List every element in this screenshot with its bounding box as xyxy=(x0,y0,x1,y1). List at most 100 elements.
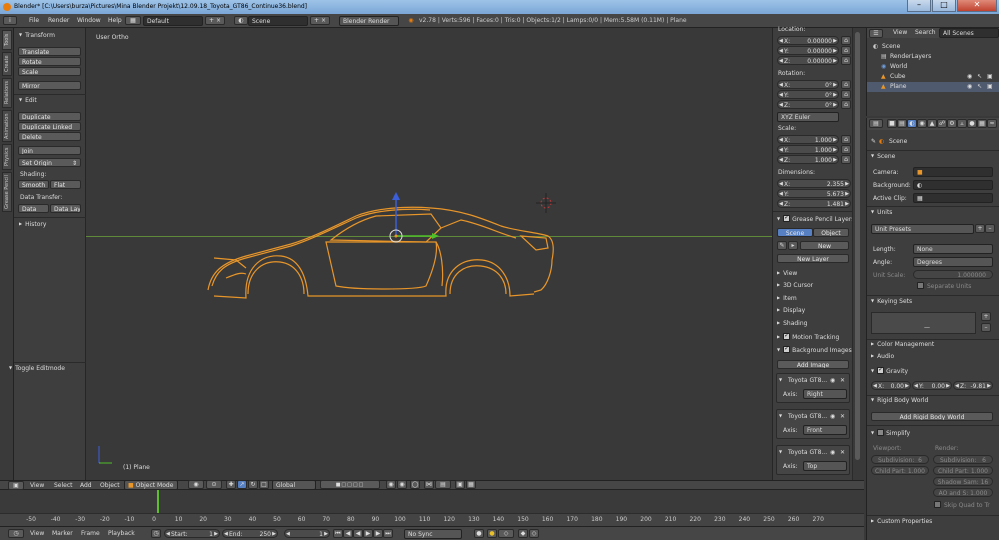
remove-keying-set-icon[interactable]: – xyxy=(981,323,991,332)
menu-file[interactable]: File xyxy=(29,16,39,26)
delete-button[interactable]: Delete xyxy=(18,132,81,141)
outliner-item-scene[interactable]: ◐ Scene xyxy=(867,42,999,52)
tab-relations[interactable]: Relations xyxy=(2,78,12,108)
gravity-y-field[interactable]: ◀ Y: 0.00 ▶ xyxy=(912,381,952,390)
translate-button[interactable]: Translate xyxy=(18,47,81,56)
viewport-subdivision-field[interactable]: Subdivision: 6 xyxy=(871,455,929,464)
panel-view-header[interactable]: View xyxy=(777,270,797,277)
dimension-x-field[interactable]: ◀ X: 2.355 ▶ xyxy=(777,179,851,188)
lock-icon[interactable]: ⌂ xyxy=(841,145,851,154)
auto-keying-icon[interactable]: ● xyxy=(487,529,497,538)
tab-grease-pencil[interactable]: Grease Pencil xyxy=(2,172,12,212)
panel-units-header[interactable]: Units xyxy=(871,209,892,216)
outliner-item-cube[interactable]: ▲ Cube ◉ ↖ ▣ xyxy=(867,72,999,82)
tab-tools[interactable]: Tools xyxy=(2,30,12,50)
motion-tracking-toggle[interactable] xyxy=(783,332,791,340)
visibility-eye-icon[interactable]: ◉ xyxy=(830,377,835,384)
selectability-arrow-icon[interactable]: ↖ xyxy=(977,83,982,90)
expand-arrow-icon[interactable]: ▼ xyxy=(779,449,782,454)
location-y-field[interactable]: ◀ Y: 0.00000 ▶ xyxy=(777,46,839,55)
remove-preset-icon[interactable]: – xyxy=(985,224,995,233)
timeline-menu-view[interactable]: View xyxy=(30,529,44,539)
maximize-button[interactable]: □ xyxy=(932,0,956,12)
gravity-z-field[interactable]: ◀ Z: -9.81 ▶ xyxy=(953,381,993,390)
render-child-particles-field[interactable]: Child Part: 1.000 xyxy=(933,466,993,475)
gp-new-button[interactable]: New xyxy=(800,241,849,250)
lock-icon[interactable]: ⌂ xyxy=(841,100,851,109)
lock-icon[interactable]: ⌂ xyxy=(841,90,851,99)
start-frame-field[interactable]: ◀ Start: 1 ▶ xyxy=(164,529,220,538)
panel-color-management-header[interactable]: Color Management xyxy=(871,341,934,348)
gravity-x-field[interactable]: ◀ X: 0.00 ▶ xyxy=(871,381,911,390)
interaction-mode-select[interactable]: ■ Object Mode xyxy=(124,480,178,490)
angle-unit-select[interactable]: Degrees xyxy=(913,257,993,267)
minimize-button[interactable]: – xyxy=(907,0,931,12)
delete-keyframe-icon[interactable]: ◇ xyxy=(529,529,539,538)
scene-select[interactable]: Scene xyxy=(248,16,308,26)
selectability-arrow-icon[interactable]: ↖ xyxy=(977,73,982,80)
tab-create[interactable]: Create xyxy=(2,52,12,76)
data-transfer-button[interactable]: Data xyxy=(18,204,49,213)
rotate-manipulator-icon[interactable]: ↻ xyxy=(248,480,258,489)
keying-icon[interactable]: ● xyxy=(474,529,484,538)
gp-new-layer-button[interactable]: New Layer xyxy=(777,254,849,263)
render-engine-select[interactable]: Blender Render xyxy=(339,16,399,26)
ao-sss-samples-field[interactable]: AO and S: 1.000 xyxy=(933,488,993,497)
render-layers-context-icon[interactable]: ▤ xyxy=(897,119,907,128)
scale-x-field[interactable]: ◀ X: 1.000 ▶ xyxy=(777,135,839,144)
screen-layout-select[interactable]: Default xyxy=(143,16,203,26)
texture-context-icon[interactable]: ▦ xyxy=(977,119,987,128)
dimension-y-field[interactable]: ◀ Y: 5.673 ▶ xyxy=(777,189,851,198)
lock-icon[interactable]: ⌂ xyxy=(841,135,851,144)
lock-icon[interactable]: ⌂ xyxy=(841,56,851,65)
renderability-camera-icon[interactable]: ▣ xyxy=(987,83,993,90)
length-unit-select[interactable]: None xyxy=(913,244,993,254)
grease-pencil-toggle[interactable] xyxy=(783,214,791,222)
layer-buttons-a[interactable]: ■□□□□ xyxy=(320,480,380,489)
play-icon[interactable]: ▶ xyxy=(363,529,373,538)
location-z-field[interactable]: ◀ Z: 0.00000 ▶ xyxy=(777,56,839,65)
panel-motion-tracking-header[interactable]: Motion Tracking xyxy=(777,332,839,341)
separate-units-checkbox[interactable] xyxy=(917,282,924,289)
expand-arrow-icon[interactable]: ▼ xyxy=(779,377,782,382)
outliner-item-world[interactable]: ◉ World xyxy=(867,62,999,72)
proportional-edit-icon[interactable]: ◯ xyxy=(410,480,420,489)
lock-icon[interactable]: ⌂ xyxy=(841,36,851,45)
panel-rigid-body-world-header[interactable]: Rigid Body World xyxy=(871,397,928,404)
render-animation-icon[interactable]: ▦ xyxy=(466,480,476,489)
dimension-z-field[interactable]: ◀ Z: 1.481 ▶ xyxy=(777,199,851,208)
tab-physics[interactable]: Physics xyxy=(2,144,12,170)
lock-icon[interactable]: ⌂ xyxy=(841,80,851,89)
visibility-eye-icon[interactable]: ◉ xyxy=(967,73,972,80)
rotation-y-field[interactable]: ◀ Y: 0° ▶ xyxy=(777,90,839,99)
remove-image-icon[interactable]: ✕ xyxy=(840,449,845,456)
transform-orientation-select[interactable]: Global xyxy=(272,480,316,490)
timeline-menu-marker[interactable]: Marker xyxy=(52,529,73,539)
panel-gravity-header[interactable]: Gravity xyxy=(871,366,908,375)
insert-keyframe-icon[interactable]: ◆ xyxy=(518,529,528,538)
grease-pencil-layers-header[interactable]: Grease Pencil Layers xyxy=(777,214,854,223)
panel-3d-cursor-header[interactable]: 3D Cursor xyxy=(777,282,813,289)
panel-transform-header[interactable]: Transform xyxy=(19,32,55,39)
location-x-field[interactable]: ◀ X: 0.00000 ▶ xyxy=(777,36,839,45)
timeline-menu-frame[interactable]: Frame xyxy=(81,529,100,539)
skip-quad-checkbox[interactable] xyxy=(934,501,941,508)
local-view-icon[interactable]: ◉ xyxy=(397,480,407,489)
material-context-icon[interactable]: ● xyxy=(967,119,977,128)
snap-toggle-icon[interactable]: ⋈ xyxy=(424,480,434,489)
scrollbar-thumb[interactable] xyxy=(855,32,860,460)
sidebar-scrollbar[interactable] xyxy=(852,28,862,480)
menu-window[interactable]: Window xyxy=(77,16,101,26)
gp-pencil-icon[interactable]: ✎ xyxy=(777,241,787,250)
3d-viewport[interactable]: User Ortho (1) Plane xyxy=(86,28,772,480)
rotate-button[interactable]: Rotate xyxy=(18,57,81,66)
panel-edit-header[interactable]: Edit xyxy=(19,97,37,104)
visibility-eye-icon[interactable]: ◉ xyxy=(830,413,835,420)
scale-manipulator-icon[interactable]: □ xyxy=(259,480,269,489)
scale-z-field[interactable]: ◀ Z: 1.000 ▶ xyxy=(777,155,839,164)
mirror-button[interactable]: Mirror xyxy=(18,81,81,90)
gp-object-tab[interactable]: Object xyxy=(813,228,849,237)
panel-item-header[interactable]: Item xyxy=(777,295,797,302)
current-frame-field[interactable]: ◀ 1 ▶ xyxy=(284,529,330,538)
translate-manipulator-icon[interactable]: ↗ xyxy=(237,480,247,489)
